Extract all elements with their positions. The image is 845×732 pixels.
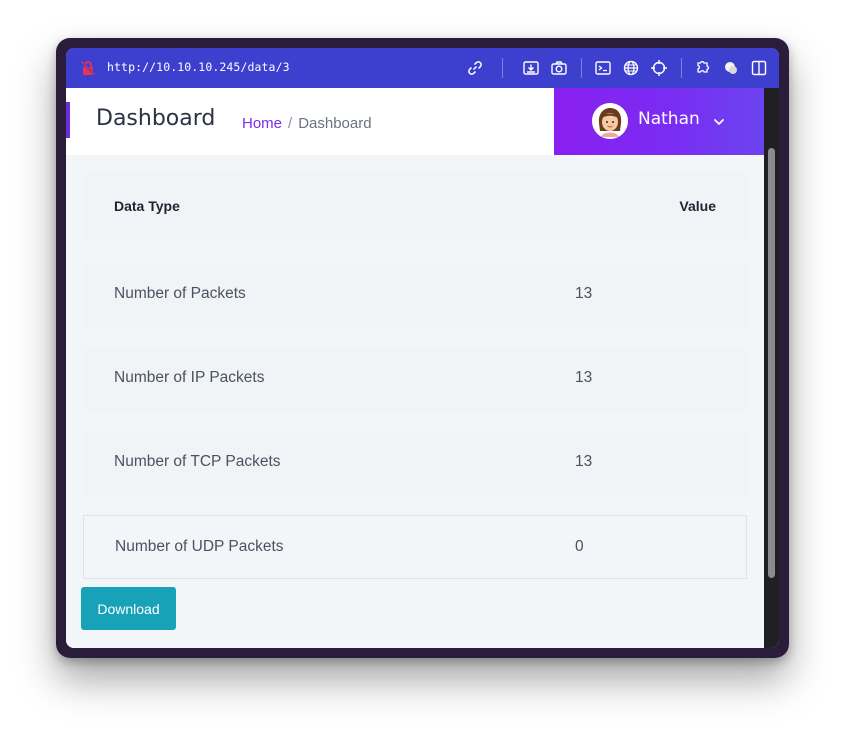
toolbar-divider [502,58,503,78]
column-header-data-type: Data Type [114,198,180,214]
crosshair-icon[interactable] [650,59,668,77]
terminal-icon[interactable] [594,59,612,77]
cell-value: 0 [575,538,584,555]
table-row: Number of Packets 13 [83,263,747,327]
table-row: Number of UDP Packets 0 [83,515,747,579]
table-row: Number of IP Packets 13 [83,347,747,411]
download-button[interactable]: Download [81,587,176,630]
insecure-lock-icon[interactable] [80,60,96,76]
browser-toolbar: http://10.10.10.245/data/3 [66,48,779,88]
profile-blob-icon[interactable] [722,59,740,77]
page-title: Dashboard [96,106,216,131]
data-table: Data Type Value Number of Packets 13 Num… [83,173,747,579]
cell-data-type: Number of TCP Packets [114,453,281,470]
user-avatar-icon [592,103,628,139]
browser-window: http://10.10.10.245/data/3 Dashboard Hom… [66,48,779,648]
avatar[interactable] [592,103,628,139]
toolbar-divider [681,58,682,78]
toolbar-divider [581,58,582,78]
table-row: Number of TCP Packets 13 [83,431,747,495]
scrollbar-thumb[interactable] [768,148,775,578]
column-header-value: Value [679,198,716,214]
header-accent-bar [66,102,70,138]
cell-value: 13 [575,453,593,470]
extensions-icon[interactable] [694,59,712,77]
sidebar-toggle-icon[interactable] [750,59,768,77]
breadcrumb-current: Dashboard [298,115,372,132]
breadcrumb: Home / Dashboard [242,115,372,132]
cell-value: 13 [575,285,593,302]
cell-data-type: Number of IP Packets [114,369,265,386]
breadcrumb-home-link[interactable]: Home [242,115,282,132]
main-content: Data Type Value Number of Packets 13 Num… [66,155,764,648]
cell-data-type: Number of UDP Packets [115,538,284,555]
page-header: Dashboard Home / Dashboard Nathan [66,88,764,155]
breadcrumb-separator: / [288,115,293,132]
user-name[interactable]: Nathan [638,109,700,129]
url-bar[interactable]: http://10.10.10.245/data/3 [107,60,290,74]
globe-icon[interactable] [622,59,640,77]
download-tray-icon[interactable] [522,59,540,77]
cell-value: 13 [575,369,593,386]
link-icon[interactable] [466,59,484,77]
user-menu[interactable]: Nathan [554,88,764,155]
camera-icon[interactable] [550,59,568,77]
table-header: Data Type Value [83,173,747,239]
cell-data-type: Number of Packets [114,285,246,302]
chevron-down-icon[interactable] [712,115,726,129]
